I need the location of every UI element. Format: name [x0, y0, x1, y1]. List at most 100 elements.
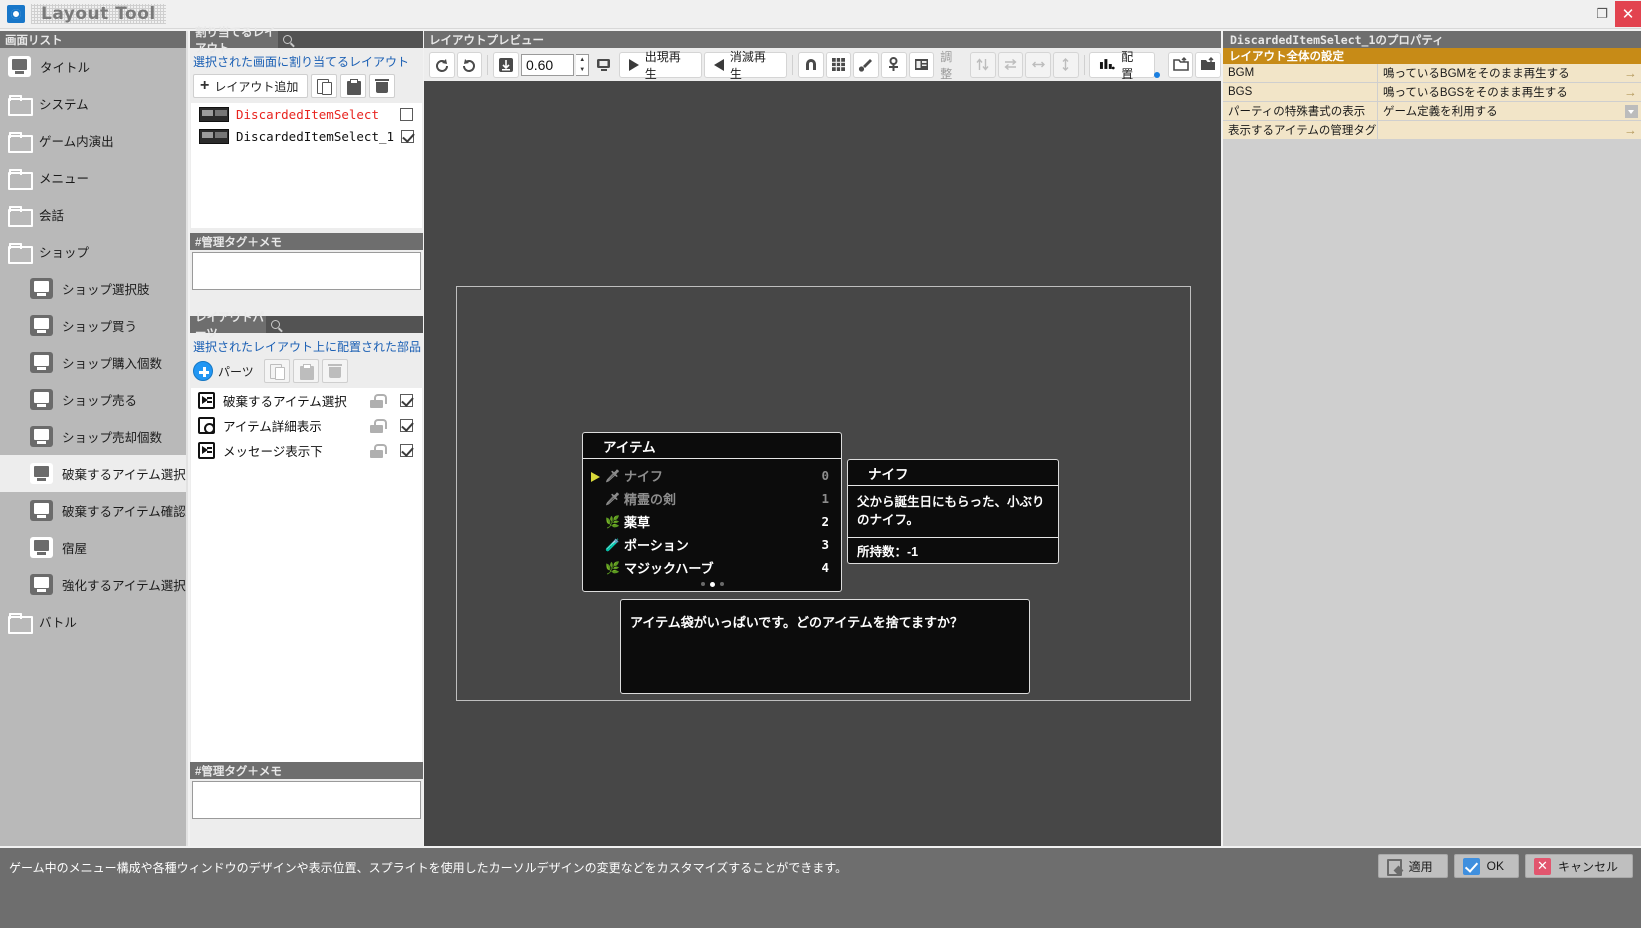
part-visible-checkbox[interactable]	[400, 419, 413, 432]
disappear-play-button[interactable]: 消滅再生	[704, 52, 787, 78]
screen-list-body[interactable]: タイトルシステムゲーム内演出メニュー会話ショップショップ選択肢ショップ買うショッ…	[0, 48, 186, 846]
message-part-icon	[198, 442, 215, 459]
property-value-cell[interactable]: ゲーム定義を利用する	[1378, 102, 1641, 120]
preview-canvas[interactable]: アイテム 🗡ナイフ0🗡精霊の剣1🌿薬草2🧪ポーション3🌿マジックハーブ4 ナイフ…	[424, 81, 1221, 846]
sidebar-item-5[interactable]: ショップ	[0, 233, 186, 270]
grid-button[interactable]	[826, 52, 852, 78]
lock-icon[interactable]	[370, 419, 383, 433]
part-list-item[interactable]: アイテム詳細表示	[191, 413, 422, 438]
zoom-input[interactable]: 0.60	[521, 54, 574, 76]
redo-button[interactable]	[429, 52, 455, 78]
layout-list-item[interactable]: DiscardedItemSelect	[191, 103, 422, 125]
zoom-up-arrow[interactable]: ▲	[576, 55, 588, 65]
sidebar-item-3[interactable]: メニュー	[0, 159, 186, 196]
property-row[interactable]: BGM鳴っているBGMをそのまま再生する→	[1223, 64, 1641, 83]
zoom-stepper[interactable]: ▲▼	[576, 54, 589, 76]
layout-enabled-checkbox[interactable]	[401, 130, 414, 143]
fit-zoom-button[interactable]	[493, 52, 519, 78]
delete-part-button[interactable]	[322, 359, 348, 383]
game-item-row[interactable]: 🗡精霊の剣1	[583, 487, 841, 510]
layout-list[interactable]: DiscardedItemSelectDiscardedItemSelect_1	[191, 103, 422, 228]
sidebar-item-4[interactable]: 会話	[0, 196, 186, 233]
paste-part-button[interactable]	[293, 359, 319, 383]
property-row[interactable]: 表示するアイテムの管理タグ→	[1223, 121, 1641, 140]
sidebar-item-8[interactable]: ショップ購入個数	[0, 344, 186, 381]
add-layout-button[interactable]: + レイアウト追加	[193, 74, 308, 98]
fit-width-button[interactable]	[1025, 52, 1051, 78]
layout-enabled-checkbox[interactable]	[400, 108, 413, 121]
parts-list[interactable]: 破棄するアイテム選択アイテム詳細表示メッセージ表示下	[191, 388, 422, 762]
chevron-right-icon[interactable]: →	[1624, 66, 1637, 81]
open-folder-button[interactable]	[1168, 52, 1194, 78]
chevron-right-icon[interactable]: →	[1624, 123, 1637, 138]
game-item-row[interactable]: 🌿薬草2	[583, 510, 841, 533]
sidebar-item-14[interactable]: 強化するアイテム選択	[0, 566, 186, 603]
game-screen-frame[interactable]: アイテム 🗡ナイフ0🗡精霊の剣1🌿薬草2🧪ポーション3🌿マジックハーブ4 ナイフ…	[456, 286, 1191, 701]
monitor-button[interactable]	[591, 52, 617, 78]
properties-rows[interactable]: BGM鳴っているBGMをそのまま再生する→BGS鳴っているBGSをそのまま再生す…	[1223, 64, 1641, 140]
copy-layout-button[interactable]	[311, 74, 337, 98]
assign-memo-input[interactable]	[192, 252, 421, 290]
chevron-down-icon[interactable]	[1625, 105, 1638, 118]
part-list-item[interactable]: メッセージ表示下	[191, 438, 422, 463]
property-value-cell[interactable]: →	[1378, 121, 1641, 139]
sidebar-item-10[interactable]: ショップ売却個数	[0, 418, 186, 455]
swap-horizontal-button[interactable]	[998, 52, 1024, 78]
property-row[interactable]: BGS鳴っているBGSをそのまま再生する→	[1223, 83, 1641, 102]
parts-panel-search[interactable]	[266, 316, 423, 333]
parts-memo-input[interactable]	[192, 781, 421, 819]
appear-play-button[interactable]: 出現再生	[619, 52, 702, 78]
sidebar-item-15[interactable]: バトル	[0, 603, 186, 640]
part-visible-checkbox[interactable]	[400, 444, 413, 457]
cancel-button[interactable]: ✕ キャンセル	[1525, 854, 1633, 878]
fit-height-button[interactable]	[1053, 52, 1079, 78]
lock-icon[interactable]	[370, 394, 383, 408]
preview-header: レイアウトプレビュー	[424, 31, 1221, 48]
undo-button[interactable]	[457, 52, 483, 78]
delete-layout-button[interactable]	[369, 74, 395, 98]
lock-icon[interactable]	[370, 444, 383, 458]
property-row[interactable]: パーティの特殊書式の表示ゲーム定義を利用する	[1223, 102, 1641, 121]
apply-button[interactable]: 適用	[1378, 854, 1448, 878]
swap-vertical-button[interactable]	[970, 52, 996, 78]
paste-layout-button[interactable]	[340, 74, 366, 98]
copy-part-button[interactable]	[264, 359, 290, 383]
anchor-button[interactable]	[881, 52, 907, 78]
part-visible-checkbox[interactable]	[400, 394, 413, 407]
export-folder-button[interactable]	[1195, 52, 1221, 78]
arrange-button[interactable]: 配置	[1089, 52, 1154, 78]
part-list-item[interactable]: 破棄するアイテム選択	[191, 388, 422, 413]
game-message-window[interactable]: アイテム袋がいっぱいです。どのアイテムを捨てますか？	[620, 599, 1030, 694]
chevron-right-icon[interactable]: →	[1624, 85, 1637, 100]
sidebar-item-13[interactable]: 宿屋	[0, 529, 186, 566]
property-value: ゲーム定義を利用する	[1383, 103, 1498, 119]
sidebar-item-6[interactable]: ショップ選択肢	[0, 270, 186, 307]
sidebar-item-11[interactable]: 破棄するアイテム選択	[0, 455, 186, 492]
trash-icon	[375, 79, 389, 94]
brush-button[interactable]	[853, 52, 879, 78]
layout-list-item[interactable]: DiscardedItemSelect_1	[191, 125, 422, 147]
ok-button[interactable]: OK	[1454, 854, 1519, 878]
game-item-row[interactable]: 🧪ポーション3	[583, 533, 841, 556]
layout-box-button[interactable]	[909, 52, 935, 78]
sidebar-item-2[interactable]: ゲーム内演出	[0, 122, 186, 159]
sidebar-item-1[interactable]: システム	[0, 85, 186, 122]
minimize-button[interactable]: ❐	[1589, 1, 1615, 27]
game-detail-window[interactable]: ナイフ 父から誕生日にもらった、小ぶりのナイフ。 所持数：-1	[847, 459, 1059, 564]
sidebar-item-0[interactable]: タイトル	[0, 48, 186, 85]
item-row-list[interactable]: 🗡ナイフ0🗡精霊の剣1🌿薬草2🧪ポーション3🌿マジックハーブ4	[583, 459, 841, 579]
property-value-cell[interactable]: 鳴っているBGMをそのまま再生する→	[1378, 64, 1641, 82]
zoom-down-arrow[interactable]: ▼	[576, 65, 588, 75]
game-item-row[interactable]: 🌿マジックハーブ4	[583, 556, 841, 579]
property-value-cell[interactable]: 鳴っているBGSをそのまま再生する→	[1378, 83, 1641, 101]
game-item-window[interactable]: アイテム 🗡ナイフ0🗡精霊の剣1🌿薬草2🧪ポーション3🌿マジックハーブ4	[582, 432, 842, 592]
screen-list-panel: 画面リスト タイトルシステムゲーム内演出メニュー会話ショップショップ選択肢ショッ…	[0, 31, 188, 846]
add-part-button[interactable]: パーツ	[193, 359, 261, 383]
sidebar-item-12[interactable]: 破棄するアイテム確認	[0, 492, 186, 529]
sidebar-item-9[interactable]: ショップ売る	[0, 381, 186, 418]
sidebar-item-7[interactable]: ショップ買う	[0, 307, 186, 344]
magnet-button[interactable]	[798, 52, 824, 78]
close-button[interactable]: ✕	[1615, 1, 1641, 27]
game-item-row[interactable]: 🗡ナイフ0	[583, 464, 841, 487]
assign-layout-search[interactable]	[278, 31, 423, 48]
